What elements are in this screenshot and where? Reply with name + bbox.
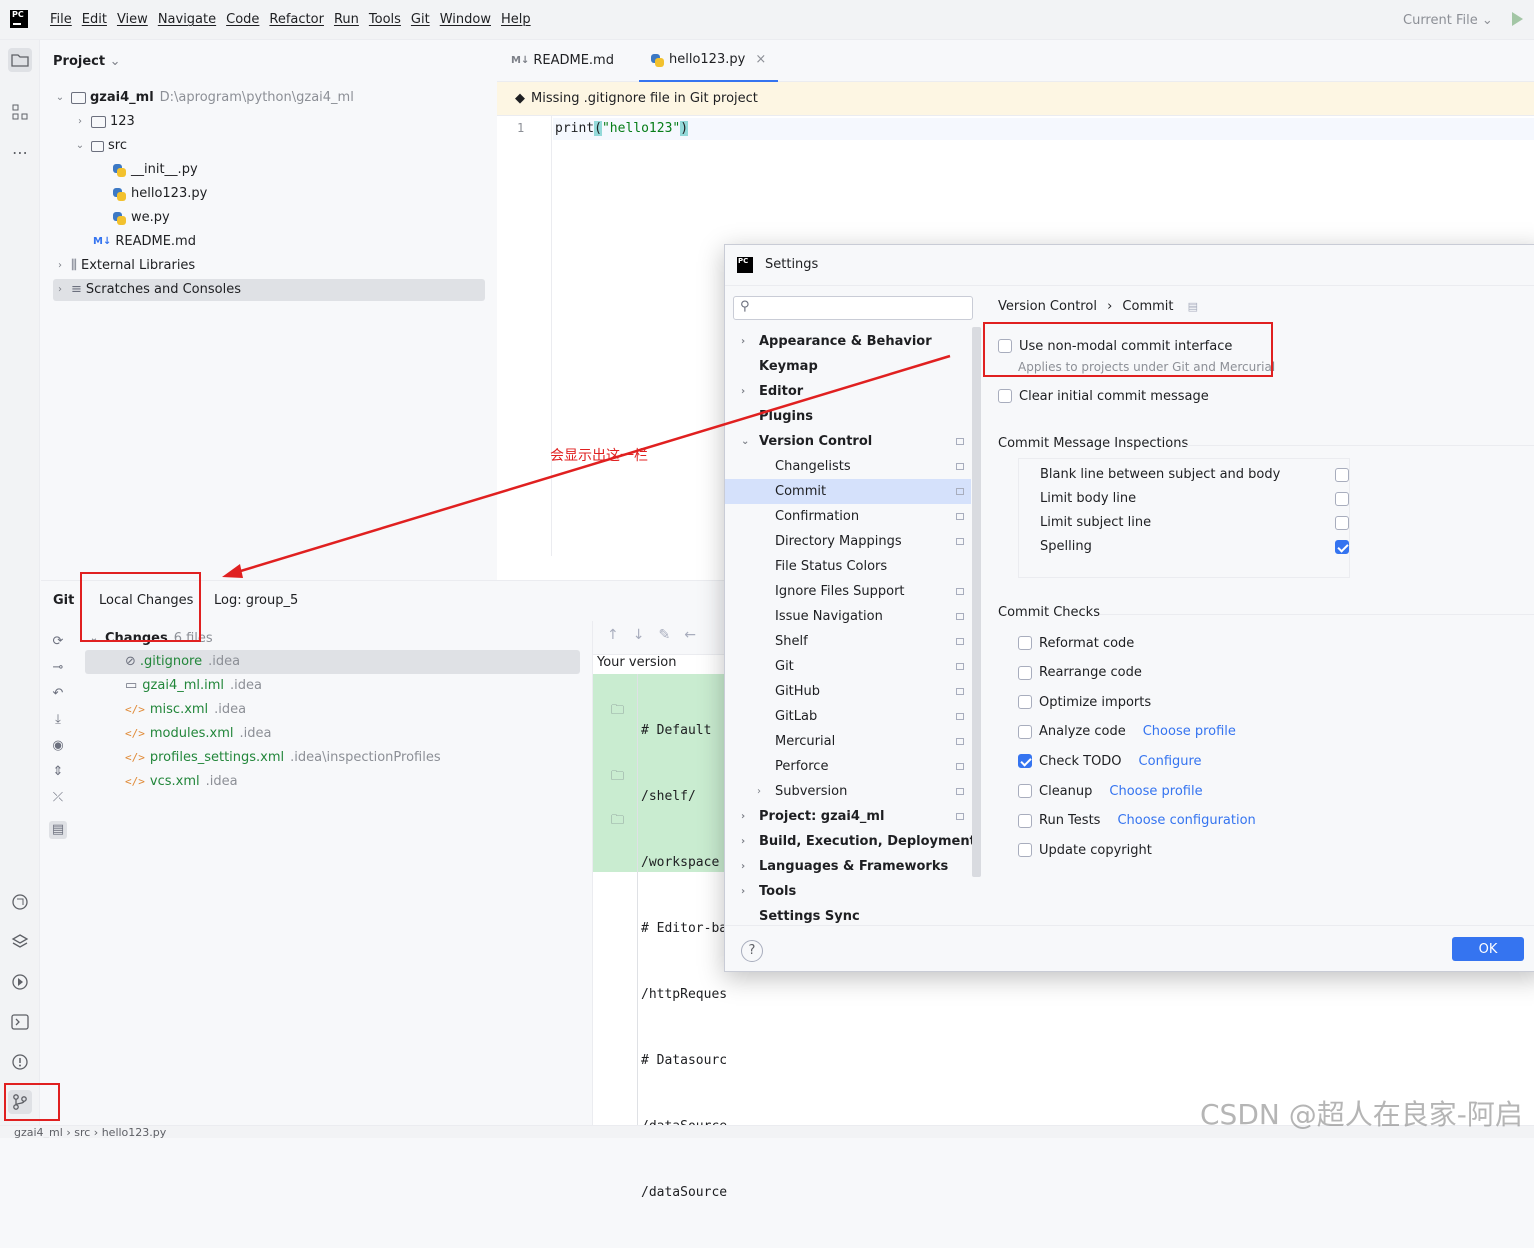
watermark: CSDN @超人在良家-阿启	[1200, 1098, 1523, 1131]
annotation-text: 会显示出这一栏	[550, 448, 648, 464]
annotation-arrow	[222, 354, 951, 578]
diff-line: /dataSource	[641, 1185, 728, 1200]
